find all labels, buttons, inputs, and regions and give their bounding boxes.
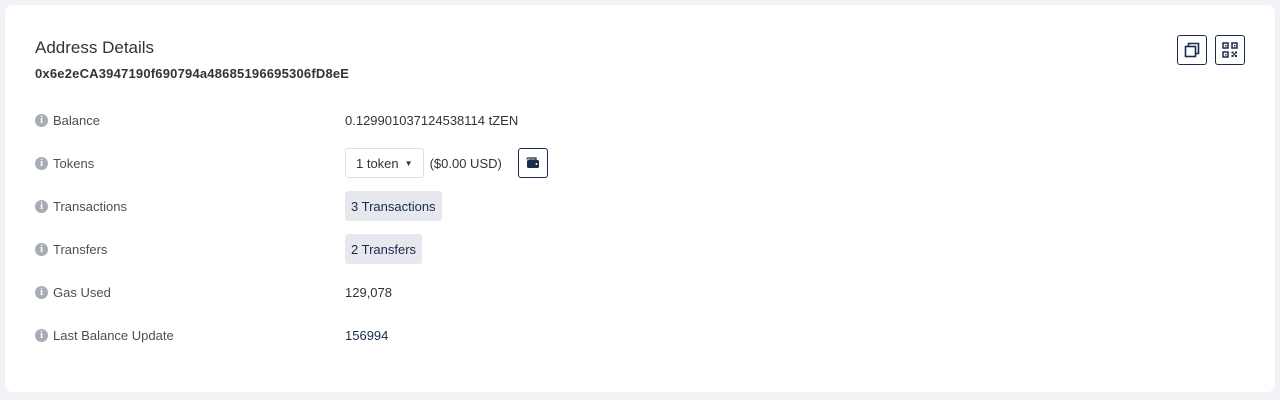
info-icon[interactable]: i — [35, 199, 48, 213]
last-balance-update-link[interactable]: 156994 — [345, 328, 388, 343]
last-balance-update-label: Last Balance Update — [53, 327, 174, 343]
transactions-label: Transactions — [53, 198, 127, 214]
tokens-dropdown-label: 1 token — [356, 155, 399, 171]
address-hash: 0x6e2eCA3947190f690794a48685196695306fD8… — [35, 66, 350, 81]
wallet-button[interactable] — [517, 148, 548, 178]
qr-code-button[interactable] — [1215, 35, 1245, 65]
copy-icon — [1184, 42, 1200, 58]
last-balance-update-row: i Last Balance Update 156994 — [35, 323, 1235, 347]
qr-code-icon — [1222, 42, 1238, 58]
address-details-card: Address Details 0x6e2eCA3947190f690794a4… — [5, 5, 1275, 392]
transfers-link[interactable]: 2 Transfers — [345, 234, 423, 264]
transactions-link[interactable]: 3 Transactions — [345, 191, 442, 221]
transfers-label: Transfers — [53, 241, 108, 257]
info-icon[interactable]: i — [35, 242, 48, 256]
top-actions — [1177, 35, 1245, 65]
caret-down-icon: ▼ — [404, 158, 413, 168]
tokens-dropdown[interactable]: 1 token ▼ — [345, 148, 424, 178]
gas-used-label: Gas Used — [53, 284, 111, 300]
gas-used-value: 129,078 — [345, 284, 392, 300]
tokens-label: Tokens — [53, 155, 95, 171]
wallet-icon — [526, 157, 539, 168]
balance-row: i Balance 0.129901037124538114 tZEN — [35, 108, 1235, 132]
tokens-usd-value: ($0.00 USD) — [429, 155, 502, 171]
gas-used-row: i Gas Used 129,078 — [35, 280, 1235, 304]
copy-button[interactable] — [1177, 35, 1207, 65]
page-title: Address Details — [35, 38, 155, 57]
transfers-row: i Transfers 2 Transfers — [35, 234, 1235, 264]
tokens-row: i Tokens 1 token ▼ ($0.00 USD) — [35, 148, 1235, 178]
balance-value: 0.129901037124538114 tZEN — [345, 112, 519, 128]
balance-label: Balance — [53, 112, 100, 128]
info-icon[interactable]: i — [35, 285, 48, 299]
info-icon[interactable]: i — [35, 113, 48, 127]
transactions-row: i Transactions 3 Transactions — [35, 191, 1235, 221]
info-icon[interactable]: i — [35, 156, 48, 170]
info-icon[interactable]: i — [35, 328, 48, 342]
